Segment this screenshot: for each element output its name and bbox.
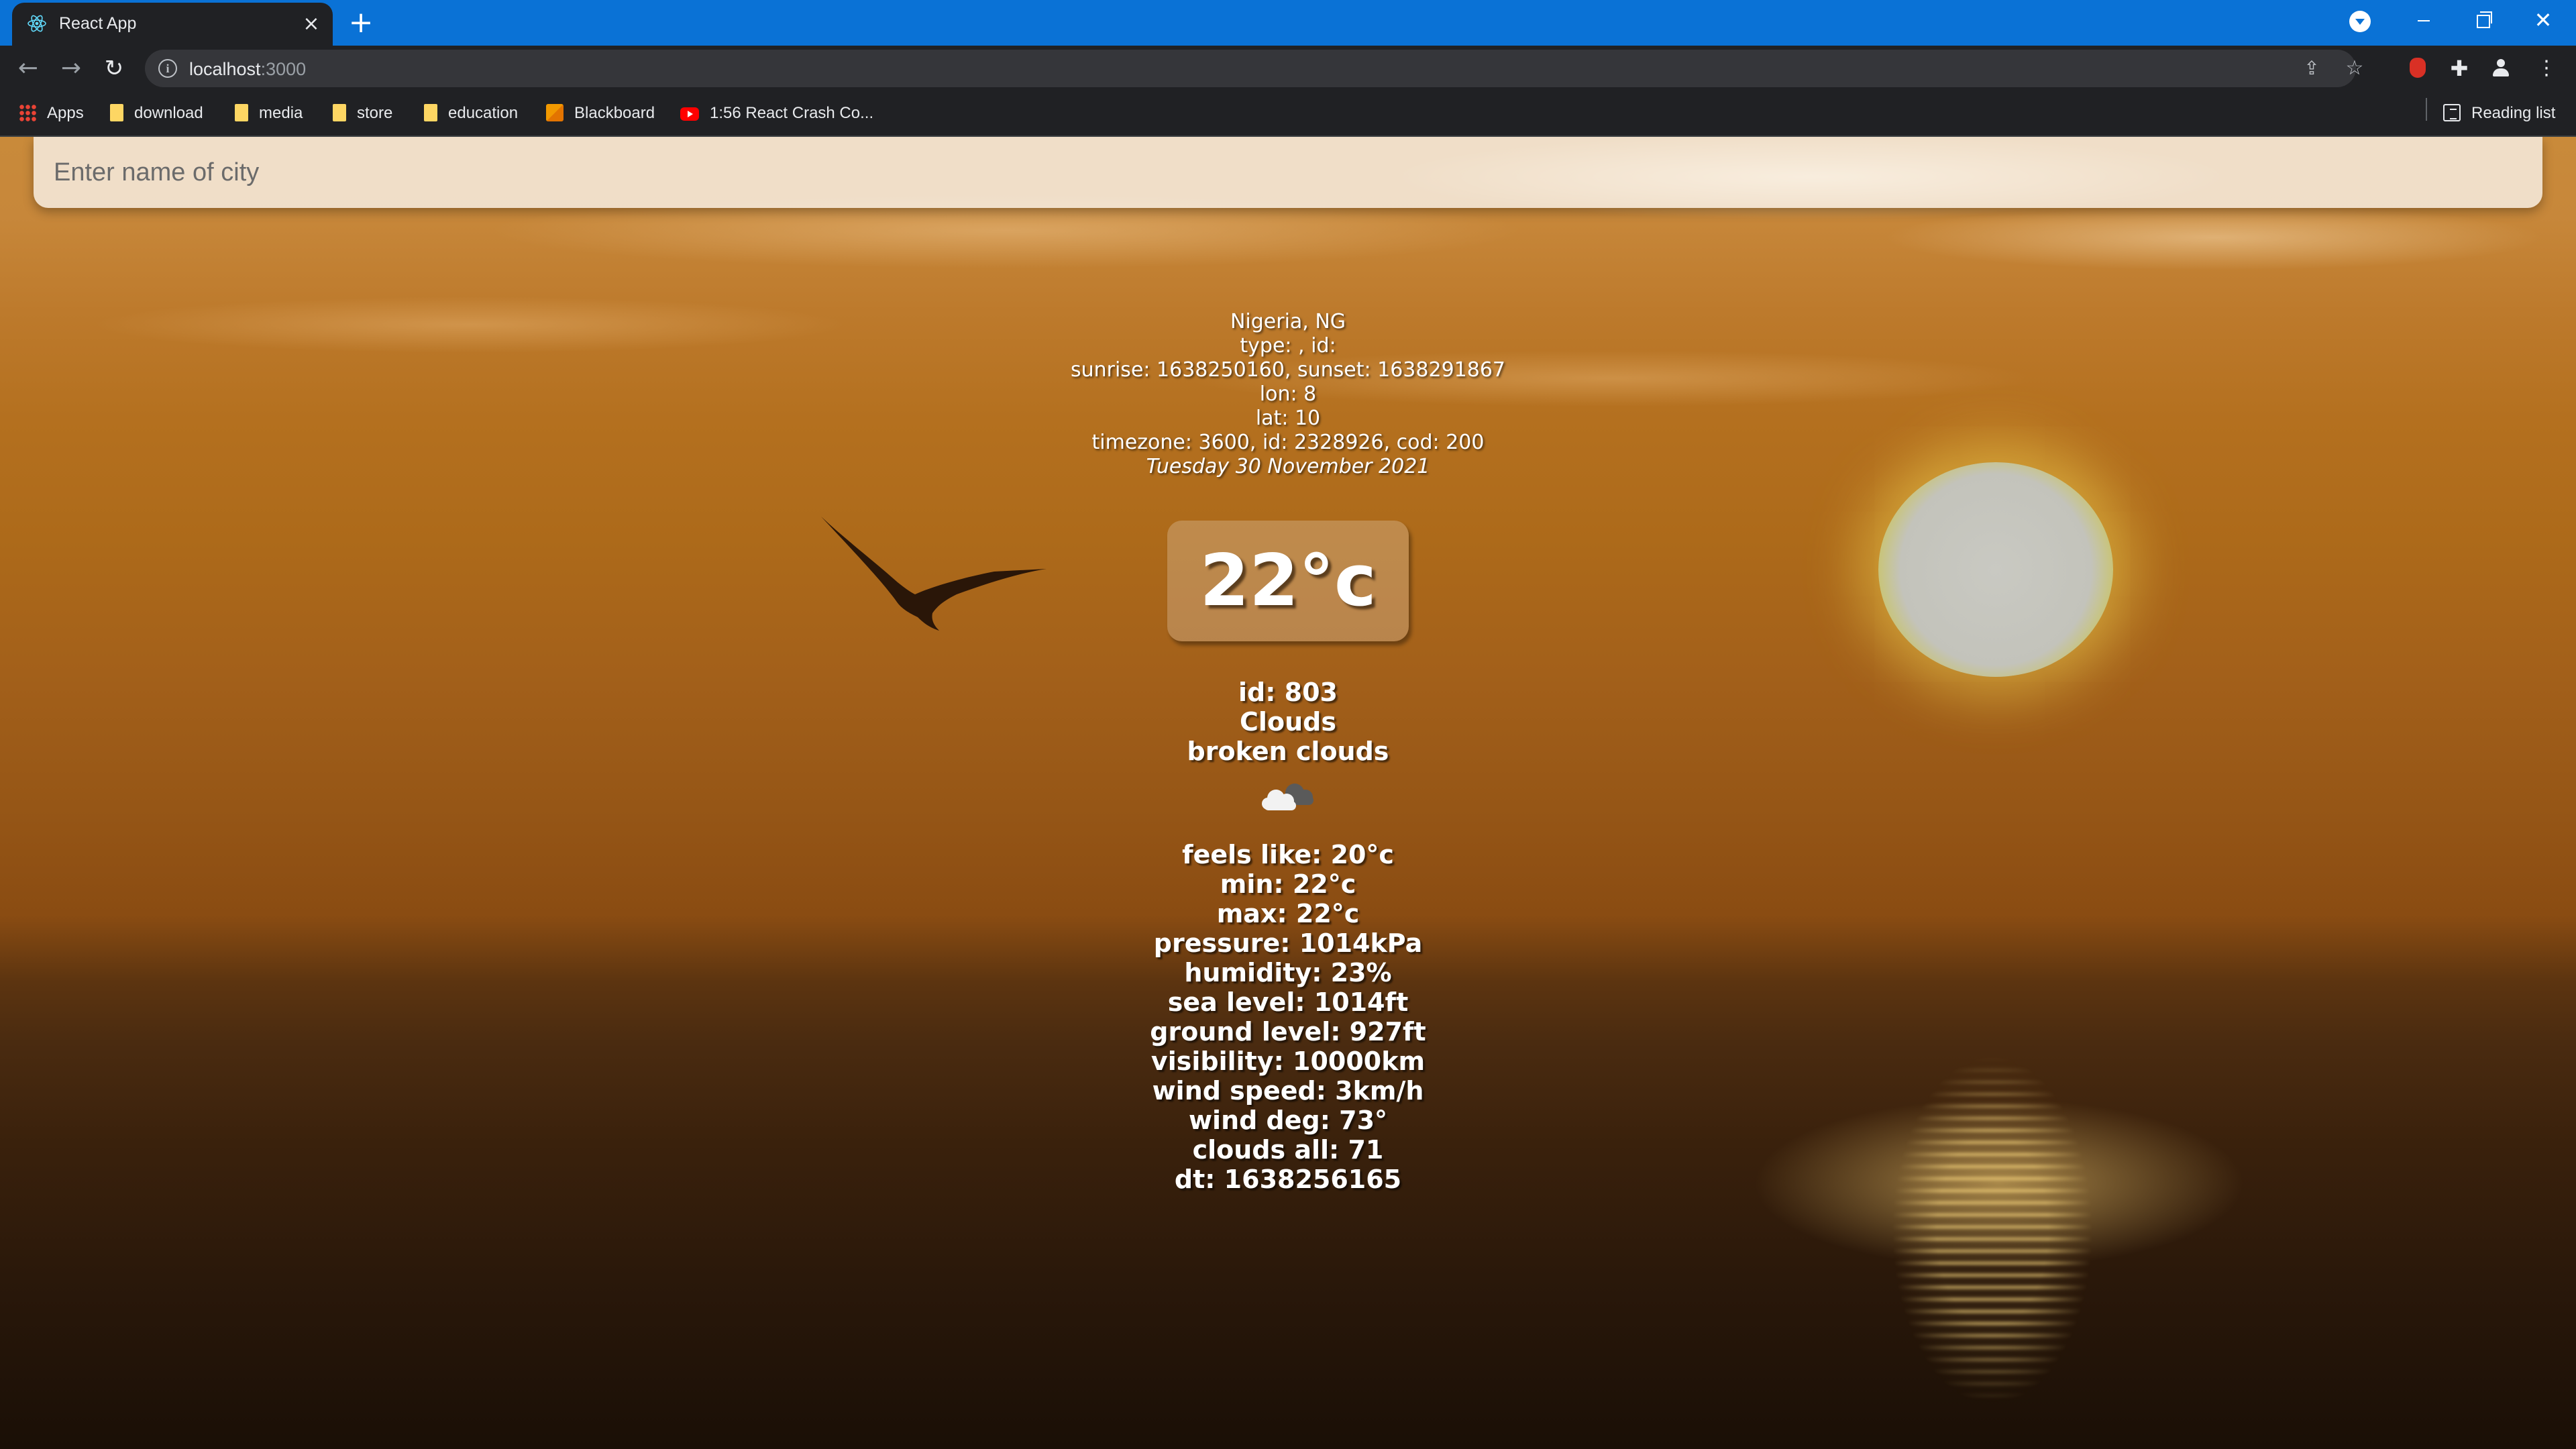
location-meta: timezone: 3600, id: 2328926, cod: 200 (1091, 431, 1485, 454)
forward-arrow-icon[interactable]: → (59, 56, 83, 80)
humidity: humidity: 23% (1184, 958, 1392, 987)
tab-search-icon[interactable] (2349, 11, 2371, 32)
bookmark-label: Apps (47, 104, 84, 122)
sea-level: sea level: 1014ft (1167, 987, 1409, 1017)
weather-app: Nigeria, NG type: , id: sunrise: 1638250… (0, 137, 2576, 1449)
bookmark-label: media (259, 104, 303, 122)
bookmark-store[interactable]: store (333, 102, 392, 125)
bookmark-media[interactable]: media (235, 102, 303, 125)
location-info: Nigeria, NG type: , id: sunrise: 1638250… (0, 310, 2576, 479)
bookmarks-bar: Apps download media store education Blac… (0, 91, 2576, 137)
share-icon[interactable]: ⇪ (2300, 56, 2324, 80)
background-sun (1878, 462, 2113, 677)
tab-close-icon[interactable]: × (301, 13, 322, 35)
site-info-icon[interactable]: i (158, 59, 177, 78)
feels-like: feels like: 20°c (1182, 840, 1394, 869)
bookmark-label: store (357, 104, 393, 122)
clouds-all: clouds all: 71 (1192, 1135, 1384, 1165)
bookmark-label: download (134, 104, 203, 122)
latitude: lat: 10 (1255, 407, 1321, 430)
bookmark-label: 1:56 React Crash Co... (710, 104, 874, 122)
browser-tab-active[interactable]: React App × (12, 3, 333, 46)
back-arrow-icon[interactable]: ← (16, 56, 40, 80)
current-date: Tuesday 30 November 2021 (1146, 455, 1430, 478)
bird-silhouette-icon (821, 517, 1046, 631)
bookmark-label: Blackboard (574, 104, 655, 122)
tab-title: React App (59, 14, 137, 33)
weather-main: Clouds (1240, 707, 1336, 737)
ground-level: ground level: 927ft (1150, 1017, 1426, 1046)
wind-deg: wind deg: 73° (1188, 1106, 1388, 1135)
bookmark-apps[interactable]: Apps (19, 102, 84, 125)
youtube-icon (680, 107, 699, 121)
bookmarks-divider (2426, 98, 2427, 121)
temperature-display: 22°c (1167, 521, 1409, 641)
reload-icon[interactable]: ↻ (102, 56, 126, 80)
location-sys: type: , id: (1240, 334, 1336, 358)
react-icon (28, 15, 46, 32)
address-url[interactable]: localhost:3000 (189, 59, 306, 80)
extensions-puzzle-icon[interactable]: ✚ (2447, 56, 2471, 80)
folder-icon (235, 103, 248, 121)
extension-icon[interactable] (2406, 56, 2430, 80)
weather-description: broken clouds (1187, 737, 1389, 766)
dt: dt: 1638256165 (1174, 1165, 1402, 1194)
blackboard-icon (546, 103, 564, 121)
bookmark-education[interactable]: education (424, 102, 518, 125)
longitude: lon: 8 (1259, 382, 1317, 406)
folder-icon (110, 103, 123, 121)
sun-times: sunrise: 1638250160, sunset: 1638291867 (1070, 358, 1506, 382)
pressure: pressure: 1014kPa (1153, 928, 1423, 958)
weather-id: id: 803 (1238, 678, 1338, 707)
minimize-button[interactable] (2399, 5, 2446, 35)
broken-clouds-icon (1262, 784, 1313, 810)
bookmark-download[interactable]: download (110, 102, 203, 125)
url-port: :3000 (260, 59, 307, 79)
new-tab-button[interactable]: + (347, 8, 374, 38)
folder-icon (424, 103, 437, 121)
wind-speed: wind speed: 3km/h (1152, 1076, 1424, 1106)
apps-grid-icon (19, 103, 36, 121)
url-host: localhost (189, 59, 261, 79)
reading-list-icon (2443, 103, 2461, 121)
reading-list-button[interactable]: Reading list (2443, 102, 2555, 125)
weather-details: feels like: 20°c min: 22°c max: 22°c pre… (0, 840, 2576, 1194)
restore-button[interactable] (2459, 5, 2506, 35)
address-bar[interactable]: i localhost:3000 ⇪ ☆ (145, 50, 2363, 87)
tab-strip: React App × + ✕ (0, 0, 2576, 46)
bookmark-blackboard[interactable]: Blackboard (546, 102, 655, 125)
kebab-menu-icon[interactable]: ⋮ (2534, 56, 2559, 80)
city-search-input[interactable] (34, 137, 2542, 208)
bookmark-label: education (448, 104, 519, 122)
bookmark-youtube[interactable]: 1:56 React Crash Co... (680, 102, 873, 125)
bookmark-label: Reading list (2471, 104, 2556, 122)
location-country: Nigeria, NG (1230, 310, 1346, 333)
browser-toolbar: ← → ↻ i localhost:3000 ⇪ ☆ ✚ ⋮ (0, 46, 2576, 91)
profile-avatar-icon[interactable] (2489, 56, 2513, 80)
window-close-button[interactable]: ✕ (2520, 5, 2567, 35)
weather-summary: id: 803 Clouds broken clouds (0, 678, 2576, 766)
visibility: visibility: 10000km (1150, 1046, 1426, 1076)
bookmark-star-icon[interactable]: ☆ (2343, 56, 2367, 80)
temp-max: max: 22°c (1216, 899, 1360, 928)
folder-icon (333, 103, 346, 121)
temp-min: min: 22°c (1220, 869, 1356, 899)
